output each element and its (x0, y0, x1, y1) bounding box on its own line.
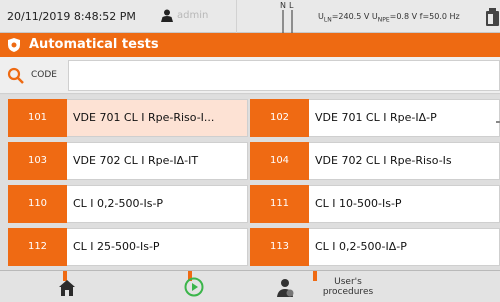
page-title: Automatical tests (29, 37, 159, 52)
datetime: 20/11/2019 8:48:52 PM (7, 10, 136, 23)
user-procedures-label-line2: procedures (322, 287, 374, 297)
procedure-number: 110 (8, 185, 67, 223)
nl-indicator: N L (280, 1, 294, 33)
procedure-list: 101 VDE 701 CL I Rpe-Riso-I... 102 VDE 7… (0, 95, 500, 270)
user-icon (161, 9, 173, 22)
procedure-name: CL I 25-500-Is-P (67, 228, 248, 266)
procedure-item[interactable]: 112 CL I 25-500-Is-P (8, 228, 248, 266)
procedure-number: 112 (8, 228, 67, 266)
list-row: 103 VDE 702 CL I Rpe-IΔ-IT 104 VDE 702 C… (8, 142, 500, 180)
bottom-toolbar: User's procedures (0, 270, 500, 302)
procedure-item[interactable]: 104 VDE 702 CL I Rpe-Riso-Is (250, 142, 500, 180)
user-name: admin (177, 10, 209, 21)
scroll-thumb[interactable] (496, 121, 500, 123)
shield-icon (8, 38, 20, 52)
procedure-item[interactable]: 113 CL I 0,2-500-IΔ-P (250, 228, 500, 266)
list-row: 110 CL I 0,2-500-Is-P 111 CL I 10-500-Is… (8, 185, 500, 223)
list-row: 112 CL I 25-500-Is-P 113 CL I 0,2-500-IΔ… (8, 228, 500, 266)
list-scrollbar[interactable] (493, 98, 500, 268)
toolbar-divider (313, 271, 317, 281)
status-bar: 20/11/2019 8:48:52 PM admin N L ULN=240.… (0, 0, 500, 33)
search-bar: CODE (0, 57, 500, 94)
procedure-number: 103 (8, 142, 67, 180)
search-icon[interactable] (7, 67, 24, 84)
procedure-number: 111 (250, 185, 309, 223)
procedure-number: 104 (250, 142, 309, 180)
procedure-item[interactable]: 110 CL I 0,2-500-Is-P (8, 185, 248, 223)
home-icon[interactable] (58, 279, 76, 297)
code-label: CODE (31, 70, 57, 80)
procedure-name: VDE 702 CL I Rpe-Riso-Is (309, 142, 500, 180)
battery-icon (486, 8, 499, 26)
procedure-number: 113 (250, 228, 309, 266)
procedure-name: CL I 0,2-500-IΔ-P (309, 228, 500, 266)
title-bar: Automatical tests (0, 33, 500, 57)
code-input[interactable] (68, 60, 500, 91)
procedure-item[interactable]: 111 CL I 10-500-Is-P (250, 185, 500, 223)
measurements: ULN=240.5 V UNPE=0.8 V f=50.0 Hz (318, 12, 460, 24)
l-label: L (289, 1, 294, 10)
procedure-item[interactable]: 103 VDE 702 CL I Rpe-IΔ-IT (8, 142, 248, 180)
procedure-name: CL I 0,2-500-Is-P (67, 185, 248, 223)
procedure-item[interactable]: 101 VDE 701 CL I Rpe-Riso-I... (8, 99, 248, 137)
n-label: N (280, 1, 286, 10)
procedure-name: VDE 701 CL I Rpe-IΔ-P (309, 99, 500, 137)
procedure-name: VDE 702 CL I Rpe-IΔ-IT (67, 142, 248, 180)
user-procedures-button[interactable]: User's procedures (318, 277, 378, 297)
user-procedures-label-line1: User's (334, 277, 362, 287)
procedure-item[interactable]: 102 VDE 701 CL I Rpe-IΔ-P (250, 99, 500, 137)
list-row: 101 VDE 701 CL I Rpe-Riso-I... 102 VDE 7… (8, 99, 500, 137)
status-divider (236, 0, 237, 33)
play-icon[interactable] (184, 277, 204, 297)
user-procedures-icon[interactable] (274, 277, 296, 299)
procedure-name: CL I 10-500-Is-P (309, 185, 500, 223)
procedure-name: VDE 701 CL I Rpe-Riso-I... (67, 99, 248, 137)
procedure-number: 101 (8, 99, 67, 137)
procedure-number: 102 (250, 99, 309, 137)
